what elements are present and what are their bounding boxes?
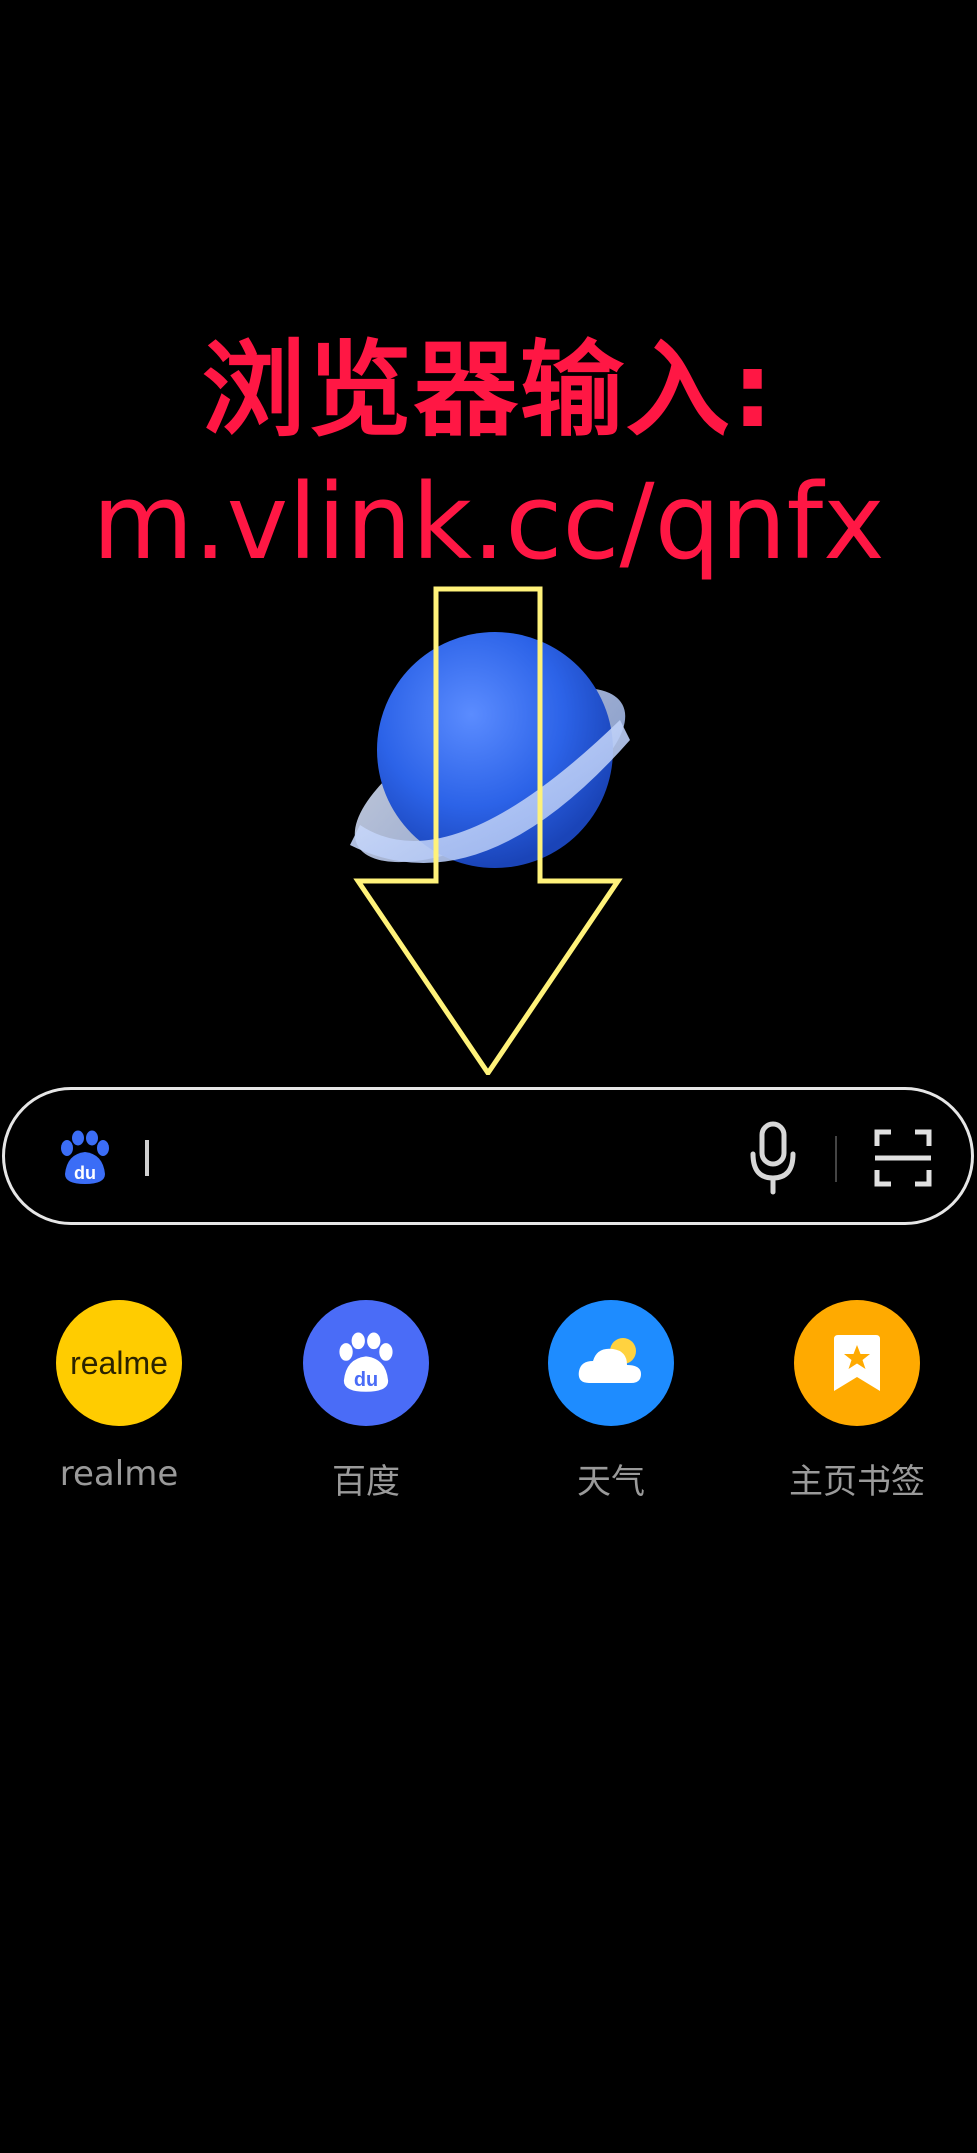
shortcut-label: 天气 — [577, 1462, 645, 1502]
bookmark-star-icon — [834, 1335, 880, 1391]
text-caret — [145, 1140, 149, 1176]
realme-logo-text: realme — [70, 1344, 168, 1381]
overlay-instruction-title: 浏览器输入: — [201, 329, 776, 451]
search-divider — [835, 1136, 837, 1182]
shortcut-weather[interactable]: 天气 — [521, 1300, 701, 1503]
shortcut-circle — [548, 1300, 674, 1426]
scan-icon[interactable] — [873, 1128, 933, 1188]
svg-text:du: du — [354, 1369, 378, 1391]
weather-cloud-icon — [578, 1338, 641, 1383]
overlay-url-text: m.vlink.cc/qnfx — [92, 461, 885, 583]
microphone-icon[interactable] — [745, 1120, 801, 1196]
shortcut-label: 主页书签 — [789, 1462, 925, 1502]
shortcut-label: 百度 — [332, 1462, 400, 1502]
baidu-paw-icon[interactable]: du — [57, 1130, 113, 1186]
shortcut-home-bookmarks[interactable]: 主页书签 — [767, 1300, 947, 1503]
baidu-paw-icon: du — [339, 1332, 393, 1392]
arrow-down-icon — [353, 586, 623, 1075]
svg-text:du: du — [74, 1163, 96, 1183]
search-bar[interactable]: du — [2, 1087, 974, 1225]
shortcut-circle — [794, 1300, 920, 1426]
realme-logo-icon: realme — [56, 1300, 182, 1426]
shortcut-realme[interactable]: realme realme — [29, 1300, 209, 1494]
shortcut-circle: du — [303, 1300, 429, 1426]
shortcut-label: realme — [59, 1454, 179, 1494]
shortcut-baidu[interactable]: du 百度 — [276, 1300, 456, 1503]
